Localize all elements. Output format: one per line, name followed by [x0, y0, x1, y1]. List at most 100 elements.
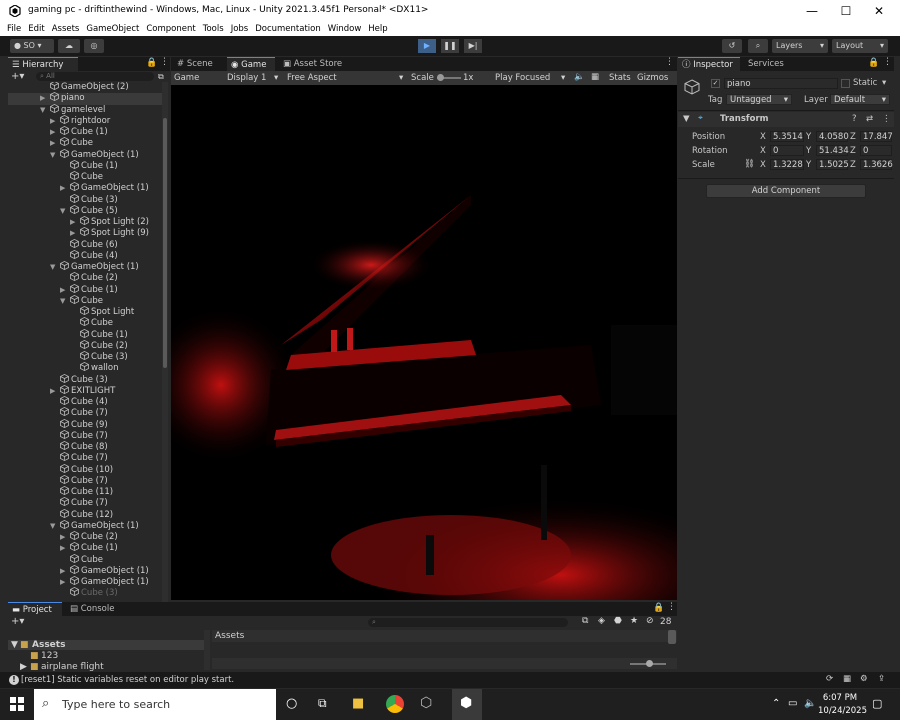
people-icon[interactable]: ⌃ [772, 698, 780, 709]
volume-icon[interactable]: 🔈 [804, 698, 816, 709]
project-tree-scrollbar[interactable] [204, 630, 210, 670]
network-icon[interactable]: ▭ [788, 698, 797, 709]
clock-time[interactable]: 6:07 PM [820, 693, 860, 703]
folder-row[interactable]: ▶ ■ airplane flight [8, 662, 208, 672]
progress-icon[interactable]: ⟳ [826, 674, 833, 684]
menu-file[interactable]: File [7, 22, 21, 36]
help-icon[interactable]: ? [852, 114, 857, 124]
add-icon[interactable]: +▾ [11, 616, 24, 627]
lock-icon[interactable]: 🔒 [653, 603, 664, 613]
layer-dropdown[interactable]: Default ▾ [830, 94, 890, 105]
chevron-right-icon[interactable]: ▶ [40, 93, 50, 104]
chevron-down-icon[interactable]: ▼ [60, 296, 70, 307]
tab-hierarchy[interactable]: ☰ Hierarchy [8, 57, 78, 71]
tab-scene[interactable]: # Scene [173, 57, 225, 71]
hierarchy-item[interactable]: GameObject (2) [8, 82, 162, 93]
hierarchy-item[interactable]: Cube [8, 553, 162, 566]
icon-size-slider-thumb[interactable] [646, 660, 653, 667]
menu-gameobject[interactable]: GameObject [86, 22, 139, 36]
hierarchy-item[interactable]: Cube (11) [8, 485, 162, 498]
search-button[interactable]: ⌕ [748, 39, 768, 53]
hierarchy-item[interactable]: Cube (7) [8, 407, 162, 419]
hierarchy-item[interactable]: ▶ Cube (1) [8, 125, 162, 138]
chevron-down-icon[interactable]: ▼ [60, 206, 70, 217]
hierarchy-item[interactable]: ▼ GameObject (1) [8, 148, 162, 161]
debug-mode-icon[interactable]: ⚙ [860, 674, 868, 684]
icon-size-slider[interactable] [630, 660, 666, 667]
menu-jobs[interactable]: Jobs [231, 22, 249, 36]
game-mode-dropdown[interactable]: Game [174, 73, 199, 83]
more-icon[interactable]: ⋮ [667, 602, 676, 612]
chrome-icon[interactable] [386, 695, 404, 713]
account-dropdown[interactable]: ● SO ▾ [10, 39, 54, 53]
lock-icon[interactable]: 🔒 [146, 58, 157, 68]
chevron-down-icon[interactable]: ▼ [50, 262, 60, 273]
rotation-z-field[interactable]: 0 [860, 145, 892, 156]
add-component-button[interactable]: Add Component [706, 184, 866, 198]
filter-label-icon[interactable]: ◈ [598, 616, 605, 626]
chevron-down-icon[interactable]: ▼ [40, 105, 50, 116]
chevron-down-icon[interactable]: ▼ [50, 521, 60, 532]
filter-type-icon[interactable]: ⧉ [582, 616, 588, 626]
position-x-field[interactable]: 5.3514 [770, 131, 804, 142]
windows-start-icon[interactable] [10, 697, 24, 711]
chevron-right-icon[interactable]: ▶ [60, 543, 70, 554]
layers-dropdown[interactable]: Layers ▾ [772, 39, 828, 53]
scale-slider-thumb[interactable] [437, 74, 444, 81]
hierarchy-item[interactable]: Cube (7) [8, 474, 162, 487]
scrollbar-thumb[interactable] [163, 118, 167, 368]
collab-button[interactable]: ◎ [84, 39, 104, 53]
hierarchy-item[interactable]: ▶ EXITLIGHT [8, 384, 162, 397]
hierarchy-item[interactable]: ▼ GameObject (1) [8, 519, 162, 532]
transform-header[interactable]: ▼ ⌖ Transform ? ⇄ ⋮ [678, 112, 894, 127]
hierarchy-item[interactable]: ▶ GameObject (1) [8, 564, 162, 577]
clock-date[interactable]: 10/24/2025 [818, 706, 867, 716]
hierarchy-item[interactable]: Cube (7) [8, 429, 162, 442]
hierarchy-item[interactable]: ▶ piano [8, 92, 162, 105]
hierarchy-item[interactable]: ▼ gamelevel [8, 103, 162, 116]
search-options-icon[interactable]: ⧉ [158, 72, 164, 82]
cache-server-icon[interactable]: ▦ [843, 674, 851, 684]
position-y-field[interactable]: 4.0580 [816, 131, 849, 142]
menu-documentation[interactable]: Documentation [255, 22, 321, 36]
hierarchy-item[interactable]: ▼ GameObject (1) [8, 260, 162, 273]
hierarchy-item[interactable]: Cube (3) [8, 587, 162, 599]
more-icon[interactable]: ⋮ [883, 57, 892, 67]
tab-inspector[interactable]: ⓘ Inspector [678, 57, 740, 71]
scale-y-field[interactable]: 1.5025 [816, 159, 849, 170]
menu-component[interactable]: Component [146, 22, 195, 36]
hierarchy-search-input[interactable]: ⌕ All [36, 72, 154, 81]
project-search-input[interactable]: ⌕ [368, 618, 568, 627]
layout-dropdown[interactable]: Layout ▾ [832, 39, 888, 53]
hierarchy-item[interactable]: Cube (4) [8, 249, 162, 262]
more-icon[interactable]: ⋮ [160, 57, 169, 67]
hierarchy-item[interactable]: ▶ Cube [8, 137, 162, 149]
menu-assets[interactable]: Assets [52, 22, 80, 36]
scale-z-field[interactable]: 1.3626 [860, 159, 893, 170]
menu-window[interactable]: Window [328, 22, 362, 36]
hierarchy-item[interactable]: wallon [8, 362, 162, 374]
hierarchy-item[interactable]: Cube (9) [8, 418, 162, 431]
play-focused-dropdown[interactable]: Play Focused ▾ [495, 73, 567, 83]
hidden-packages-icon[interactable]: ⊘ [646, 616, 654, 626]
menu-edit[interactable]: Edit [28, 22, 44, 36]
chevron-right-icon[interactable]: ▶ [50, 138, 60, 149]
lock-icon[interactable]: 🔒 [868, 58, 879, 68]
assets-scrollbar[interactable] [668, 630, 676, 644]
tab-services[interactable]: Services [744, 57, 794, 71]
hierarchy-scrollbar[interactable] [162, 82, 168, 602]
history-button[interactable]: ↺ [722, 39, 742, 53]
maximize-button[interactable]: ☐ [831, 2, 861, 20]
more-icon[interactable]: ⋮ [665, 57, 674, 67]
tab-asset-store[interactable]: ▣ Asset Store [279, 57, 349, 71]
hierarchy-item[interactable]: Cube [8, 170, 162, 183]
chevron-right-icon[interactable]: ▶ [50, 386, 60, 397]
hierarchy-item[interactable]: Cube (3) [8, 373, 162, 386]
hierarchy-item[interactable]: Cube (7) [8, 452, 162, 464]
file-explorer-icon[interactable]: ■ [352, 696, 364, 711]
step-button[interactable]: ▶| [464, 39, 482, 53]
hierarchy-item[interactable]: ▶ GameObject (1) [8, 182, 162, 194]
chevron-down-icon[interactable]: ▼ [50, 150, 60, 161]
hierarchy-item[interactable]: ▶ Cube (2) [8, 530, 162, 543]
star-icon[interactable]: ★ [630, 616, 638, 626]
